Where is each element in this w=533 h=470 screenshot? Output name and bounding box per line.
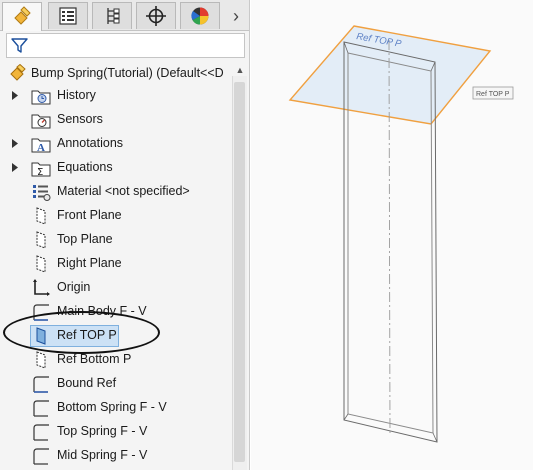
tree-item-label: Sensors [57, 112, 103, 126]
feature-filter-input[interactable] [6, 33, 245, 58]
tree-item-label: Ref TOP P [57, 328, 117, 342]
tree-root-part[interactable]: Bump Spring(Tutorial) (Default<<D [0, 62, 232, 85]
sketch-icon [33, 400, 49, 417]
feature-manager-panel: › ▲ Bump Spring(Tutorial) (Default<<D Hi… [0, 0, 250, 470]
root-part-label: Bump Spring(Tutorial) (Default<<D [31, 66, 224, 80]
model-view: Ref TOP P Ref TOP P [288, 25, 514, 443]
tab-property-manager[interactable] [48, 2, 88, 29]
sketch-icon [33, 376, 49, 393]
plane-tag-label: Ref TOP P [476, 91, 510, 98]
tree-item-label: Main Body F - V [57, 304, 147, 318]
chevron-right-icon: › [233, 5, 239, 26]
tree-item-bottom-spring-sketch[interactable]: Bottom Spring F - V [0, 396, 232, 419]
tree-item-label: History [57, 88, 96, 102]
plane-icon [36, 231, 46, 249]
feature-tree: ▲ Bump Spring(Tutorial) (Default<<D Hist… [0, 62, 249, 470]
expand-arrow-icon[interactable] [10, 161, 20, 174]
tree-item-annotations[interactable]: A Annotations [0, 132, 232, 155]
expand-arrow-icon[interactable] [10, 137, 20, 150]
graphics-viewport[interactable]: Ref TOP P Ref TOP P [251, 0, 533, 470]
tree-item-label: Mid Spring F - V [57, 448, 148, 462]
tree-scrollbar-thumb[interactable] [234, 82, 245, 462]
tree-item-sensors[interactable]: Sensors [0, 108, 232, 131]
plane-icon [36, 327, 46, 345]
tree-item-label: Ref Bottom P [57, 352, 132, 366]
tab-scroll-right-button[interactable]: › [226, 3, 246, 29]
tree-item-origin[interactable]: Origin [0, 276, 232, 299]
tree-item-top-spring-sketch[interactable]: Top Spring F - V [0, 420, 232, 443]
tree-item-equations[interactable]: Σ Equations [0, 156, 232, 179]
funnel-icon[interactable] [10, 36, 29, 55]
tree-item-label: Origin [57, 280, 91, 294]
tree-item-right-plane[interactable]: Right Plane [0, 252, 232, 275]
appearance-sphere-icon [191, 7, 209, 25]
crosshair-icon [146, 6, 166, 26]
part-icon [10, 64, 26, 81]
plane-icon [36, 255, 46, 273]
plane-icon [36, 351, 46, 369]
tree-item-label: Top Spring F - V [57, 424, 148, 438]
svg-text:Σ: Σ [37, 167, 43, 178]
tree-item-main-body-sketch[interactable]: Main Body F - V [0, 300, 232, 323]
tree-item-label: Top Plane [57, 232, 113, 246]
sensors-folder-icon [31, 114, 51, 129]
scroll-up-button[interactable]: ▲ [233, 64, 247, 76]
tree-item-history[interactable]: History [0, 84, 232, 107]
origin-icon [33, 279, 50, 296]
tree-item-bound-ref[interactable]: Bound Ref [0, 372, 232, 395]
sketch-icon [33, 304, 49, 321]
plane-icon [36, 207, 46, 225]
tab-configuration-manager[interactable] [92, 2, 132, 29]
equations-folder-icon: Σ [31, 162, 51, 178]
tree-item-label: Material <not specified> [57, 184, 190, 198]
tree-item-front-plane[interactable]: Front Plane [0, 204, 232, 227]
tab-feature-manager[interactable] [2, 2, 42, 31]
tree-item-label: Bound Ref [57, 376, 117, 390]
tab-dimxpert-manager[interactable] [136, 2, 176, 29]
tree-item-mid-spring-sketch[interactable]: Mid Spring F - V [0, 444, 232, 467]
feature-tree-icon [14, 6, 31, 25]
sketch-icon [33, 448, 49, 465]
tree-item-ref-bottom-plane[interactable]: Ref Bottom P [0, 348, 232, 371]
tree-item-label: Right Plane [57, 256, 122, 270]
annotations-folder-icon: A [31, 138, 51, 154]
tree-item-material[interactable]: Material <not specified> [0, 180, 232, 203]
tree-item-label: Annotations [57, 136, 124, 150]
svg-text:A: A [37, 142, 45, 154]
material-icon [33, 185, 51, 201]
tree-item-label: Bottom Spring F - V [57, 400, 167, 414]
history-folder-icon [31, 90, 51, 105]
configuration-icon [107, 8, 120, 24]
expand-arrow-icon[interactable] [10, 89, 20, 102]
property-list-icon [59, 7, 77, 25]
tree-item-top-plane[interactable]: Top Plane [0, 228, 232, 251]
tab-display-manager[interactable] [180, 2, 220, 29]
tree-item-label: Equations [57, 160, 113, 174]
tree-item-ref-top-plane[interactable]: Ref TOP P [0, 324, 232, 347]
tree-item-label: Front Plane [57, 208, 122, 222]
manager-tab-bar: › [0, 0, 249, 31]
sketch-icon [33, 424, 49, 441]
